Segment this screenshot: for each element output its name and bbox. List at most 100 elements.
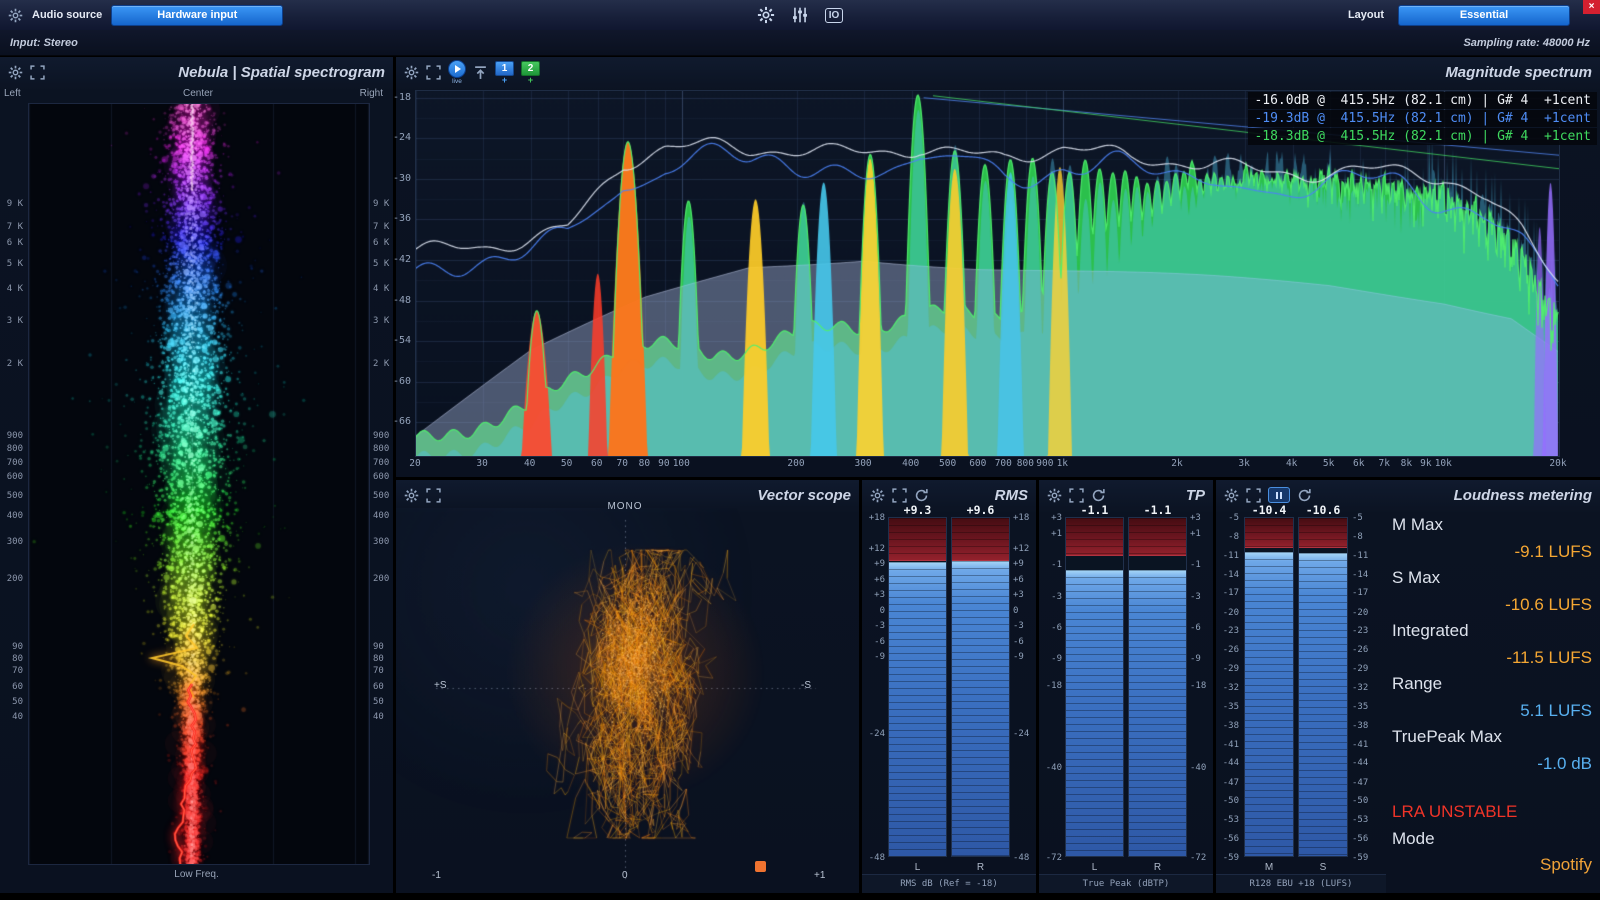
snapshot-2-add-icon[interactable]: +: [528, 76, 533, 84]
frequency-tick-label: 300: [7, 537, 23, 547]
meter-scale-label: -53: [1223, 815, 1239, 825]
loudness-value-readouts: -10.4 -10.6: [1244, 503, 1348, 517]
tp-fill-right: [1129, 570, 1186, 856]
frequency-tick-label: 3 K: [373, 316, 389, 326]
gear-icon[interactable]: [1047, 488, 1062, 503]
mode-label[interactable]: Mode: [1392, 826, 1592, 853]
meter-scale-label: -18: [1046, 681, 1062, 691]
pause-button[interactable]: [1268, 487, 1290, 503]
frequency-tick-label: 3 K: [7, 316, 23, 326]
low-freq-label: Low Freq.: [0, 869, 393, 880]
loudness-fill-m: [1245, 552, 1293, 856]
status-subbar: Input: Stereo Sampling rate: 48000 Hz: [0, 30, 1600, 56]
fullscreen-icon[interactable]: [1246, 488, 1261, 503]
frequency-tick-label: 700: [373, 458, 389, 468]
settings-gear-icon[interactable]: [757, 6, 775, 24]
meter-scale-label: -17: [1223, 588, 1239, 598]
fullscreen-icon[interactable]: [30, 65, 45, 80]
meter-scale-label: +9: [874, 559, 885, 569]
spectrum-canvas: [416, 91, 1559, 456]
vector-scope-panel: Vector scope MONO +S -S -1 0 +1: [396, 480, 859, 893]
frequency-tick-label: 80: [373, 654, 384, 664]
gear-icon[interactable]: [1224, 488, 1239, 503]
range-label: Range: [1392, 671, 1592, 698]
db-tick-label: -54: [393, 335, 411, 346]
fullscreen-icon[interactable]: [1069, 488, 1084, 503]
tp-value-readouts: -1.1 -1.1: [1065, 503, 1187, 517]
meter-scale-label: -47: [1352, 778, 1368, 788]
meter-scale-label: -50: [1223, 796, 1239, 806]
integrated-label: Integrated: [1392, 618, 1592, 645]
fullscreen-icon[interactable]: [426, 488, 441, 503]
sliders-icon[interactable]: [791, 6, 809, 24]
live-play-button[interactable]: live: [448, 60, 466, 85]
rms-fill-left: [889, 562, 946, 856]
reset-icon[interactable]: [1091, 488, 1106, 503]
import-snapshot-icon[interactable]: [473, 65, 488, 80]
meter-scale-label: -72: [1046, 853, 1062, 863]
loudness-meter-bars: [1244, 517, 1348, 857]
io-icon[interactable]: IO: [825, 8, 844, 23]
rms-panel-title: RMS: [995, 487, 1028, 504]
freq-tick-label: 20: [409, 458, 420, 469]
cursor-readouts: -16.0dB @ 415.5Hz (82.1 cm) | G# 4 +1cen…: [1248, 92, 1597, 145]
frequency-tick-label: 70: [12, 666, 23, 676]
meter-scale-label: -29: [1223, 664, 1239, 674]
tp-channel-right: R: [1128, 862, 1187, 873]
meter-scale-label: +9: [1013, 559, 1024, 569]
freq-tick-label: 20k: [1549, 458, 1566, 469]
meter-scale-label: +3: [1190, 513, 1201, 523]
loudness-channel-s: S: [1298, 862, 1348, 873]
input-mode-label: Input: Stereo: [10, 37, 78, 49]
gear-icon[interactable]: [404, 488, 419, 503]
reset-icon[interactable]: [914, 488, 929, 503]
loudness-channel-m: M: [1244, 862, 1294, 873]
meter-scale-label: +12: [869, 544, 885, 554]
tp-red-zone: [1129, 518, 1186, 556]
frequency-tick-label: 900: [373, 431, 389, 441]
freq-tick-label: 600: [969, 458, 986, 469]
live-label: live: [452, 79, 462, 85]
freq-tick-label: 60: [591, 458, 602, 469]
rms-meter-panel: RMS +9.3 +9.6 +18+12+9+6+30-3-6-9-24-48 …: [862, 480, 1036, 893]
spectrum-panel-header: live 1 + 2 + Magnitude spectrum: [396, 57, 1600, 87]
snapshot-1-button[interactable]: 1 +: [495, 61, 514, 84]
snapshot-2-button[interactable]: 2 +: [521, 61, 540, 84]
mode-value[interactable]: Spotify: [1392, 852, 1592, 879]
gear-icon[interactable]: [870, 488, 885, 503]
gear-icon[interactable]: [404, 65, 419, 80]
meter-scale-label: -40: [1046, 763, 1062, 773]
frequency-scale-right: 9 K7 K6 K5 K4 K3 K2 K9008007006005004003…: [371, 103, 395, 863]
meter-scale-label: -40: [1190, 763, 1206, 773]
meter-scale-label: -23: [1352, 626, 1368, 636]
reset-icon[interactable]: [1297, 488, 1312, 503]
meter-scale-label: -35: [1223, 702, 1239, 712]
tp-fill-left: [1066, 570, 1123, 856]
fullscreen-icon[interactable]: [892, 488, 907, 503]
frequency-tick-label: 200: [7, 574, 23, 584]
tp-channel-left: L: [1065, 862, 1124, 873]
fullscreen-icon[interactable]: [426, 65, 441, 80]
meter-scale-label: -38: [1352, 721, 1368, 731]
spectrum-frequency-scale: 2030405060708090100200300400500600700800…: [415, 458, 1558, 471]
meter-scale-label: -11: [1223, 551, 1239, 561]
meter-scale-label: -56: [1352, 834, 1368, 844]
frequency-tick-label: 4 K: [373, 284, 389, 294]
close-icon[interactable]: ×: [1583, 0, 1600, 14]
meter-scale-label: -5: [1352, 513, 1363, 523]
rms-channel-left: L: [888, 862, 947, 873]
frequency-tick-label: 500: [7, 491, 23, 501]
rms-value-left: +9.3: [888, 503, 947, 517]
correlation-warning-indicator[interactable]: [755, 861, 766, 872]
range-value: 5.1 LUFS: [1392, 698, 1592, 725]
freq-tick-label: 4k: [1286, 458, 1297, 469]
spectrum-graph-display[interactable]: [415, 90, 1560, 457]
loudness-caption: R128 EBU +18 (LUFS): [1216, 874, 1386, 893]
snapshot-1-add-icon[interactable]: +: [502, 76, 507, 84]
loudness-channel-labels: M S: [1244, 862, 1348, 873]
gear-icon[interactable]: [8, 65, 23, 80]
frequency-tick-label: 2 K: [7, 359, 23, 369]
meter-scale-label: -29: [1352, 664, 1368, 674]
loudness-bar-m: [1244, 517, 1294, 857]
loudness-bar-s: [1298, 517, 1348, 857]
